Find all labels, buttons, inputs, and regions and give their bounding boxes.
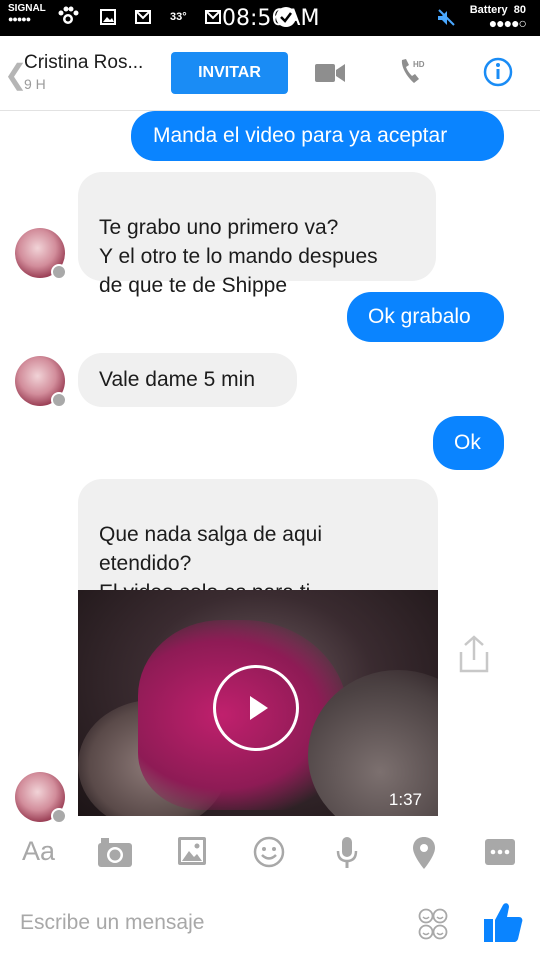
thumbs-up-icon[interactable] bbox=[482, 900, 524, 944]
video-duration: 1:37 bbox=[388, 790, 422, 809]
received-message[interactable]: Te grabo uno primero va? Y el otro te lo… bbox=[78, 172, 436, 297]
message-text: Ok grabalo bbox=[368, 305, 471, 328]
temperature-text: 33° bbox=[170, 11, 187, 23]
check-notification-icon bbox=[276, 7, 296, 27]
stickers-icon[interactable] bbox=[417, 908, 449, 940]
hd-call-icon[interactable]: HD bbox=[398, 56, 430, 88]
svg-text:HD: HD bbox=[413, 60, 425, 69]
contact-avatar[interactable] bbox=[15, 228, 67, 280]
play-icon bbox=[250, 696, 268, 720]
messenger-badge-icon bbox=[51, 392, 67, 408]
location-icon[interactable] bbox=[411, 836, 437, 870]
contact-avatar[interactable] bbox=[15, 772, 67, 824]
camera-icon[interactable] bbox=[97, 836, 133, 868]
info-icon[interactable] bbox=[482, 56, 514, 88]
play-button[interactable] bbox=[213, 665, 299, 751]
battery-indicator: Battery 80 ●●●●○ bbox=[470, 4, 527, 31]
message-text: Manda el video para ya aceptar bbox=[153, 124, 448, 147]
mute-icon bbox=[438, 9, 455, 26]
video-attachment[interactable]: 1:37 bbox=[78, 590, 438, 816]
gallery-icon[interactable] bbox=[177, 836, 207, 866]
emoji-icon[interactable] bbox=[253, 836, 285, 868]
mail-notification-icon bbox=[135, 10, 151, 24]
sent-message[interactable]: Manda el video para ya aceptar bbox=[131, 111, 504, 161]
contact-name[interactable]: Cristina Ros... bbox=[24, 52, 143, 74]
status-bar: SIGNAL ●●●●● 33° 08:56AM Battery 80 ●●●●… bbox=[0, 0, 540, 36]
sent-message[interactable]: Ok grabalo bbox=[347, 292, 504, 342]
share-icon[interactable] bbox=[456, 634, 492, 674]
video-call-icon[interactable] bbox=[314, 62, 346, 84]
sent-message[interactable]: Ok bbox=[433, 416, 504, 470]
conversation-header: ❮ Cristina Ros... 9 H INVITAR HD bbox=[0, 36, 540, 111]
message-composer bbox=[0, 884, 540, 960]
contact-avatar[interactable] bbox=[15, 356, 67, 408]
contact-last-active: 9 H bbox=[24, 76, 46, 92]
received-message[interactable]: Vale dame 5 min bbox=[78, 353, 297, 407]
signal-indicator: SIGNAL ●●●●● bbox=[8, 3, 46, 25]
gallery-notification-icon bbox=[100, 9, 116, 25]
message-text: Ok bbox=[454, 431, 481, 454]
mail-notification-icon-2 bbox=[205, 10, 221, 24]
composer-toolbar: Aa bbox=[0, 822, 540, 884]
battery-dots: ●●●●○ bbox=[488, 15, 527, 31]
message-text: Te grabo uno primero va? Y el otro te lo… bbox=[99, 216, 378, 297]
messenger-badge-icon bbox=[51, 264, 67, 280]
message-text: Vale dame 5 min bbox=[99, 368, 256, 391]
microphone-icon[interactable] bbox=[335, 836, 359, 870]
signal-dots: ●●●●● bbox=[8, 14, 31, 24]
paw-notification-icon bbox=[58, 6, 79, 24]
text-format-button[interactable]: Aa bbox=[22, 836, 55, 867]
message-input[interactable] bbox=[18, 910, 402, 936]
clock-time: 08:56AM bbox=[222, 6, 320, 31]
more-icon[interactable] bbox=[484, 838, 516, 866]
invite-button[interactable]: INVITAR bbox=[171, 52, 288, 94]
signal-label: SIGNAL bbox=[8, 3, 46, 14]
